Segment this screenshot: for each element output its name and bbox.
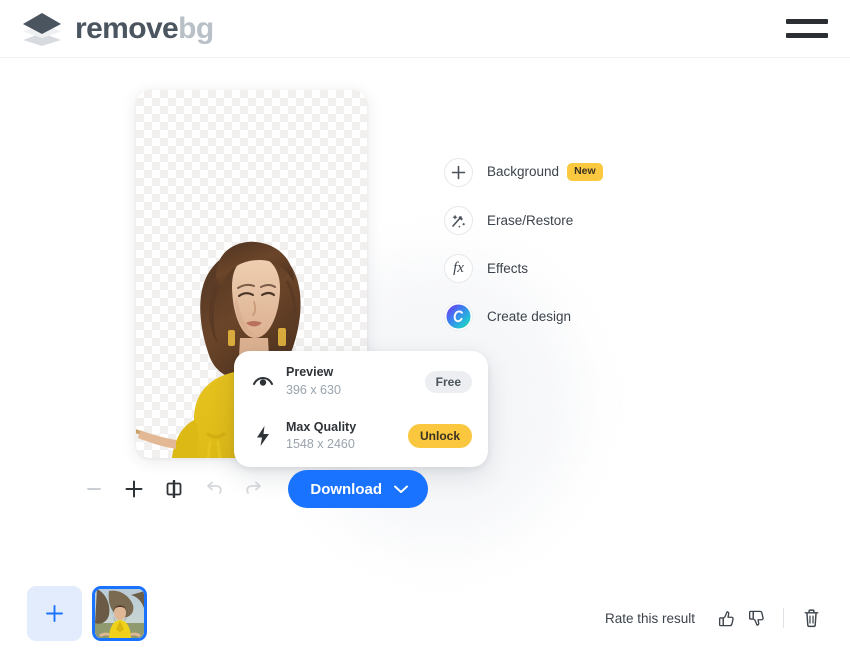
thumbs-down-button[interactable] bbox=[741, 603, 771, 633]
rate-result-area: Rate this result bbox=[605, 603, 826, 633]
preview-dimensions: 396 x 630 bbox=[286, 382, 341, 397]
max-quality-option-text: Max Quality 1548 x 2460 bbox=[286, 420, 396, 454]
compare-button[interactable] bbox=[158, 470, 191, 508]
tool-item-create-design[interactable]: Create design bbox=[444, 292, 784, 340]
magic-wand-icon bbox=[444, 205, 473, 235]
hamburger-bar bbox=[786, 33, 828, 38]
download-options-popup: Preview 396 x 630 Free Max Quality 1548 … bbox=[234, 351, 488, 467]
thumbs-up-icon bbox=[718, 610, 734, 626]
redo-button[interactable] bbox=[237, 470, 270, 508]
max-quality-dimensions: 1548 x 2460 bbox=[286, 437, 355, 452]
tool-item-effects[interactable]: fx Effects bbox=[444, 244, 784, 292]
brand-text-remove: remove bbox=[75, 11, 179, 45]
trash-icon bbox=[804, 609, 818, 628]
tool-label-create-design: Create design bbox=[487, 308, 572, 324]
tool-item-erase-restore[interactable]: Erase/Restore bbox=[444, 196, 784, 244]
thumbnail-image bbox=[95, 589, 144, 638]
tool-label-row: Erase/Restore bbox=[487, 213, 573, 228]
preview-option-text: Preview 396 x 630 bbox=[286, 365, 413, 399]
tools-panel: Background New Erase/Restore fx Effects … bbox=[444, 148, 784, 340]
canva-circle-icon bbox=[444, 301, 473, 331]
plus-icon bbox=[125, 480, 143, 498]
undo-button[interactable] bbox=[198, 470, 231, 508]
thumbs-up-button[interactable] bbox=[711, 603, 741, 633]
delete-button[interactable] bbox=[796, 603, 826, 633]
download-option-max-quality[interactable]: Max Quality 1548 x 2460 Unlock bbox=[252, 420, 472, 454]
minus-icon bbox=[87, 488, 102, 490]
thumbnail-item-selected[interactable] bbox=[92, 586, 147, 641]
bottom-bar: Rate this result bbox=[0, 575, 850, 661]
removebg-editor-page: removebg Preview 396 x 630 Free Max Qual… bbox=[0, 0, 850, 661]
max-quality-title: Max Quality bbox=[286, 419, 357, 434]
editor-area: Preview 396 x 630 Free Max Quality 1548 … bbox=[0, 58, 850, 548]
editor-toolbar: Download bbox=[78, 470, 429, 508]
plus-icon bbox=[444, 157, 473, 187]
plus-icon bbox=[46, 605, 63, 622]
download-option-preview[interactable]: Preview 396 x 630 Free bbox=[252, 365, 472, 399]
hamburger-bar bbox=[786, 19, 828, 24]
layers-diamond-icon bbox=[23, 12, 61, 46]
rate-divider bbox=[783, 608, 784, 628]
thumbnail-strip bbox=[27, 586, 147, 641]
brand-logo[interactable]: removebg bbox=[20, 12, 214, 46]
zoom-out-button[interactable] bbox=[78, 470, 111, 508]
tool-label-effects: Effects bbox=[487, 260, 529, 276]
chevron-down-icon bbox=[394, 485, 408, 493]
eye-icon bbox=[252, 375, 274, 389]
thumbs-down-icon bbox=[748, 610, 764, 626]
preview-title: Preview bbox=[286, 365, 334, 379]
new-badge: New bbox=[567, 163, 603, 181]
tool-item-background[interactable]: Background New bbox=[444, 148, 784, 196]
tool-label-row: Create design bbox=[487, 309, 571, 324]
download-button-label: Download bbox=[310, 480, 383, 498]
download-button[interactable]: Download bbox=[288, 470, 429, 508]
brand-text-bg: bg bbox=[178, 11, 214, 45]
tool-label-row: Background New bbox=[487, 163, 603, 181]
redo-arrow-icon bbox=[246, 481, 261, 494]
rate-label: Rate this result bbox=[604, 610, 695, 626]
hamburger-menu-icon[interactable] bbox=[784, 14, 828, 44]
unlock-button[interactable]: Unlock bbox=[407, 424, 472, 449]
tool-label-background: Background bbox=[487, 164, 560, 180]
app-header: removebg bbox=[0, 0, 850, 58]
brand-wordmark: removebg bbox=[75, 11, 214, 45]
tool-label-row: Effects bbox=[487, 261, 528, 276]
free-badge: Free bbox=[424, 370, 472, 393]
lightning-bolt-icon bbox=[252, 426, 274, 447]
zoom-in-button[interactable] bbox=[118, 470, 151, 508]
tool-label-erase-restore: Erase/Restore bbox=[487, 212, 574, 228]
compare-split-icon bbox=[166, 480, 182, 498]
add-image-button[interactable] bbox=[27, 586, 82, 641]
fx-icon: fx bbox=[444, 253, 473, 283]
undo-arrow-icon bbox=[207, 481, 222, 494]
